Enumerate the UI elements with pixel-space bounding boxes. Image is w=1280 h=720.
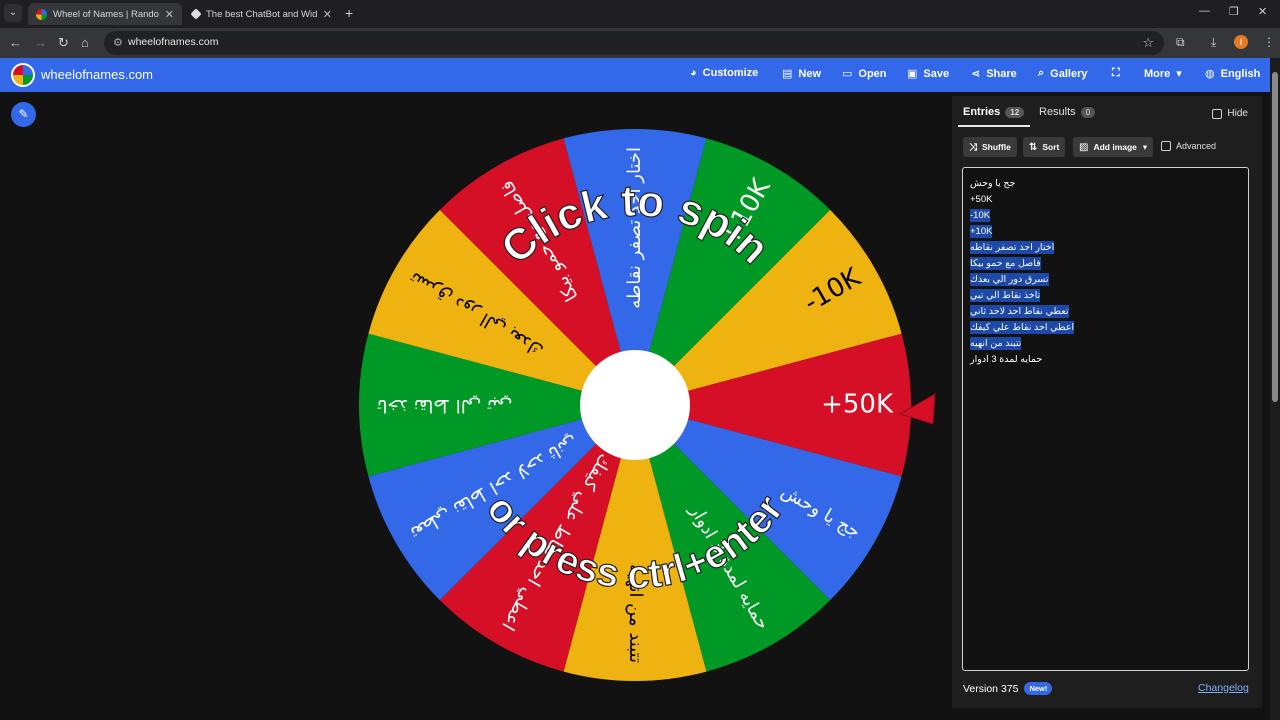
hide-checkbox[interactable] <box>1212 108 1223 119</box>
entry-line[interactable]: تتبند من انهيه <box>970 337 1022 350</box>
sort-icon: ⇅ <box>1029 141 1038 153</box>
entries-textarea[interactable]: جج يا وحش +50K -10K +10K اختار احد تصفر نقاط… <box>962 167 1249 671</box>
browser-menu-icon[interactable]: ⋮ <box>1263 35 1275 49</box>
save-icon: ▣ <box>907 68 918 80</box>
new-tab-icon[interactable]: + <box>345 5 353 21</box>
advanced-checkbox[interactable] <box>1161 141 1171 151</box>
entries-panel: Entries 12 Results 0 Hide ⤨ Shuffle ⇅ Sort ▨… <box>952 96 1262 708</box>
active-tab-indicator <box>958 125 1030 127</box>
shuffle-button[interactable]: ⤨ Shuffle <box>963 137 1017 157</box>
entry-line[interactable]: اعطي احد نقاط علي كيفك <box>970 321 1075 334</box>
search-icon: ⌕ <box>1038 67 1045 79</box>
wheel-segment-label: +50K <box>821 390 894 420</box>
image-icon: ▨ <box>1079 141 1089 153</box>
entry-line[interactable]: فاصل مع حمو بيكا <box>970 257 1041 270</box>
close-tab-icon[interactable]: ✕ <box>165 8 174 21</box>
entry-line[interactable]: حمايه لمدة 3 ادوار <box>970 353 1042 366</box>
url-text: wheelofnames.com <box>128 36 219 48</box>
sort-button[interactable]: ⇅ Sort <box>1023 137 1066 157</box>
palette-icon: ◕ <box>690 67 697 79</box>
chevron-down-icon: ▾ <box>1176 68 1182 80</box>
download-icon[interactable]: ⤓ <box>1211 35 1216 50</box>
document-icon: ▤ <box>782 68 793 80</box>
shuffle-icon: ⤨ <box>969 141 977 153</box>
entry-line[interactable]: تسرق دور الي بعدك <box>970 273 1049 286</box>
minimize-icon[interactable]: — <box>1199 5 1210 17</box>
forward-icon[interactable]: → <box>34 35 47 50</box>
tab-title: Wheel of Names | Random nam <box>53 8 159 20</box>
version-info: Version 375 New! <box>963 682 1053 695</box>
share-icon: ⋖ <box>971 68 981 80</box>
home-icon[interactable]: ⌂ <box>81 35 89 50</box>
gallery-button[interactable]: ⌕ Gallery <box>1038 67 1087 80</box>
open-button[interactable]: ▭ Open <box>842 67 887 81</box>
page-scrollbar[interactable] <box>1270 58 1280 720</box>
extensions-icon[interactable]: ⧉ <box>1176 35 1185 50</box>
entry-line[interactable]: تاخذ نقاط الي تبي <box>970 289 1041 302</box>
profile-avatar[interactable]: I <box>1234 35 1248 49</box>
wheel-favicon-icon <box>36 8 47 20</box>
entry-line[interactable]: اختار احد تصفر نقاطه <box>970 241 1055 254</box>
entry-line[interactable]: +50K <box>970 193 992 206</box>
new-badge: New! <box>1024 682 1053 695</box>
language-button[interactable]: ◍ English <box>1205 67 1260 81</box>
changelog-link[interactable]: Changelog <box>1198 682 1249 694</box>
entry-line[interactable]: جج يا وحش <box>970 177 1015 190</box>
spin-wheel[interactable]: +50Kجج يا وحشحمايه لمدة 3 ادوارتتبند من … <box>350 120 940 690</box>
entry-line[interactable]: -10K <box>970 209 991 222</box>
fullscreen-icon: ⛶ <box>1112 67 1120 79</box>
hide-panel-toggle[interactable]: Hide <box>1212 108 1248 119</box>
folder-icon: ▭ <box>842 68 853 80</box>
close-tab-icon[interactable]: ✕ <box>323 8 332 21</box>
restore-icon[interactable]: ❐ <box>1229 5 1239 18</box>
address-bar-row: ← → ↻ ⌂ ⚙ wheelofnames.com ☆ ⧉ ⤓ ⋮ <box>0 28 1280 58</box>
browser-tab-bar: ⌄ Wheel of Names | Random nam ✕ The best… <box>0 0 1280 28</box>
entries-count-badge: 12 <box>1005 106 1025 118</box>
tab-title: The best ChatBot and Widgets <box>206 8 317 20</box>
globe-icon: ◍ <box>1205 68 1215 80</box>
chatbot-favicon-icon <box>190 8 202 20</box>
new-button[interactable]: ▤ New <box>782 67 821 81</box>
edit-wheel-button[interactable]: ✎ <box>11 102 36 127</box>
tab-search-icon[interactable]: ⌄ <box>4 4 22 22</box>
brand-name[interactable]: wheelofnames.com <box>41 67 153 82</box>
share-button[interactable]: ⋖ Share <box>971 67 1017 81</box>
entry-line[interactable]: +10K <box>970 225 993 238</box>
chevron-down-icon: ▾ <box>1142 141 1148 152</box>
back-icon[interactable]: ← <box>9 35 22 50</box>
results-count-badge: 0 <box>1080 106 1096 118</box>
wheel-segment-label: تاخذ نقاط الي تبي <box>377 395 512 416</box>
url-input[interactable]: ⚙ wheelofnames.com ☆ <box>104 31 1164 55</box>
site-info-icon[interactable]: ⚙ <box>113 36 123 49</box>
advanced-toggle[interactable]: Advanced <box>1161 141 1216 151</box>
tab-entries[interactable]: Entries 12 <box>963 106 1025 118</box>
pencil-icon: ✎ <box>18 107 29 121</box>
wheel-center[interactable] <box>580 350 690 460</box>
fullscreen-button[interactable]: ⛶ <box>1112 67 1126 80</box>
close-window-icon[interactable]: ✕ <box>1258 5 1267 18</box>
wheel-logo-icon[interactable] <box>11 63 35 87</box>
save-button[interactable]: ▣ Save <box>907 67 949 81</box>
tab-results[interactable]: Results 0 <box>1039 106 1096 118</box>
bookmark-star-icon[interactable]: ☆ <box>1142 35 1154 51</box>
scrollbar-thumb[interactable] <box>1272 72 1278 402</box>
app-header: wheelofnames.com ◕ Customize ▤ New ▭ Open ▣… <box>0 58 1270 92</box>
customize-button[interactable]: ◕ Customize <box>690 67 758 79</box>
wheel-segment-label: اختار احد تصفر نقاطه <box>624 147 645 309</box>
more-button[interactable]: More ▾ <box>1144 67 1182 81</box>
browser-tab-wheel-of-names[interactable]: Wheel of Names | Random nam ✕ <box>28 3 182 25</box>
browser-tab-chatbot[interactable]: The best ChatBot and Widgets ✕ <box>184 3 340 25</box>
add-image-button[interactable]: ▨ Add image ▾ <box>1073 137 1154 157</box>
entry-line[interactable]: تعطي نقاط احد لاحد ثاني <box>970 305 1069 318</box>
reload-icon[interactable]: ↻ <box>58 35 69 51</box>
